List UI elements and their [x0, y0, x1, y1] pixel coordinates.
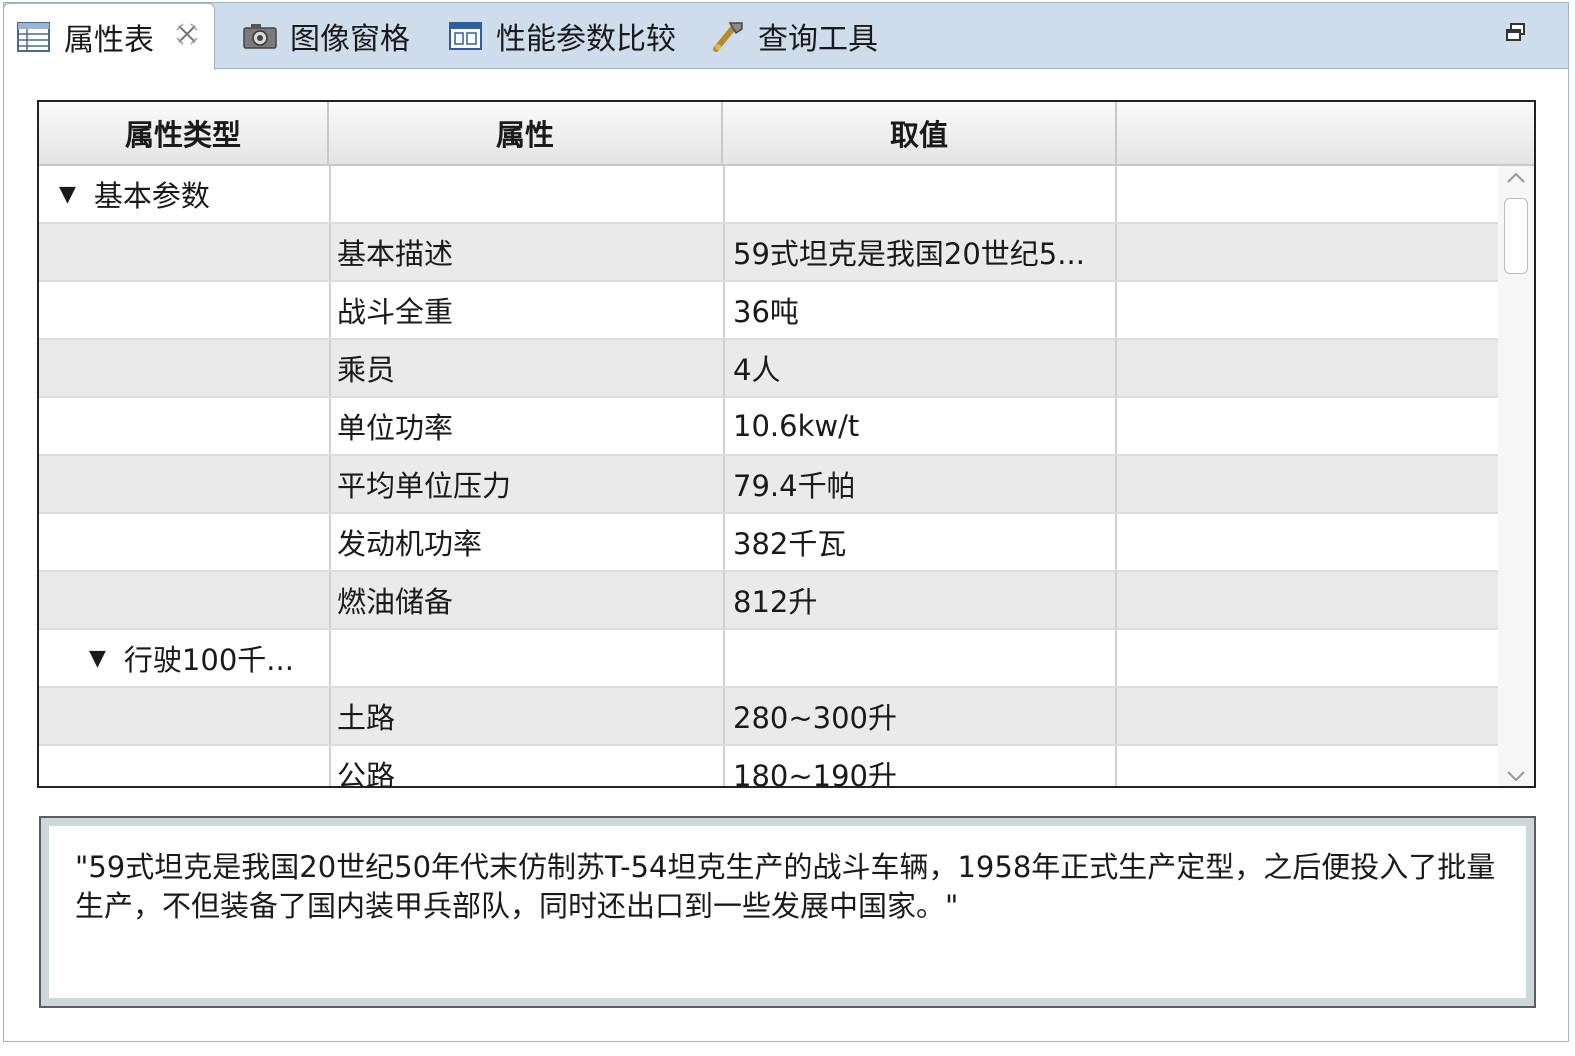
tab-property-table[interactable]: 属性表	[3, 3, 215, 70]
property-cell: 发动机功率	[329, 514, 723, 570]
type-cell	[39, 456, 329, 512]
table-row[interactable]: 乘员 4人	[39, 340, 1500, 398]
type-cell	[39, 340, 329, 396]
value-cell: 280~300升	[723, 688, 1117, 744]
value-cell: 180~190升	[723, 746, 1117, 786]
value-cell: 812升	[723, 572, 1117, 628]
table-row[interactable]: 发动机功率 382千瓦	[39, 514, 1500, 572]
value-cell: 36吨	[723, 282, 1117, 338]
property-cell: 燃油储备	[329, 572, 723, 628]
tab-query-tool[interactable]: 查询工具	[710, 3, 878, 69]
type-cell	[39, 514, 329, 570]
header-value[interactable]: 取值	[723, 102, 1117, 164]
property-cell: 单位功率	[329, 398, 723, 454]
header-property-type[interactable]: 属性类型	[39, 102, 329, 164]
group-label: 基本参数	[93, 179, 210, 213]
property-cell: 基本描述	[329, 224, 723, 280]
table-row[interactable]: 燃油储备 812升	[39, 572, 1500, 630]
type-cell	[39, 398, 329, 454]
scroll-up-icon[interactable]	[1498, 166, 1534, 190]
table-row[interactable]: 土路 280~300升	[39, 688, 1500, 746]
group-cell: ▼ 行驶100千...	[39, 630, 329, 686]
value-cell: 59式坦克是我国20世纪5...	[723, 224, 1117, 280]
tab-performance-compare[interactable]: 性能参数比较	[448, 3, 676, 69]
property-cell: 乘员	[329, 340, 723, 396]
type-cell	[39, 572, 329, 628]
property-cell: 平均单位压力	[329, 456, 723, 512]
table-row[interactable]: ▼ 基本参数	[39, 166, 1500, 224]
table-row[interactable]: 公路 180~190升	[39, 746, 1500, 786]
table-row[interactable]: 战斗全重 36吨	[39, 282, 1500, 340]
value-cell: 4人	[723, 340, 1117, 396]
camera-icon	[242, 19, 278, 53]
type-cell	[39, 688, 329, 744]
property-cell	[329, 630, 723, 686]
tab-label: 图像窗格	[290, 22, 410, 57]
type-cell	[39, 224, 329, 280]
window-icon	[448, 19, 484, 53]
property-cell: 公路	[329, 746, 723, 786]
tab-image-pane[interactable]: 图像窗格	[242, 3, 410, 69]
header-empty	[1117, 102, 1534, 164]
type-cell	[39, 746, 329, 786]
table-icon	[16, 20, 52, 54]
table-row[interactable]: ▼ 行驶100千...	[39, 630, 1500, 688]
property-view: 属性表 图像窗格 性能参数比较 查询工具 属性类型 属性 取值 ▼ 基本参数 基…	[3, 2, 1569, 1042]
description-panel: "59式坦克是我国20世纪50年代末仿制苏T-54坦克生产的战斗车辆，1958年…	[39, 816, 1536, 1008]
group-cell: ▼ 基本参数	[39, 166, 329, 222]
table-row[interactable]: 单位功率 10.6kw/t	[39, 398, 1500, 456]
table-header: 属性类型 属性 取值	[39, 102, 1534, 166]
expand-triangle-icon[interactable]: ▼	[89, 646, 106, 671]
table-body: ▼ 基本参数 基本描述 59式坦克是我国20世纪5... 战斗全重 36吨 乘员…	[39, 166, 1500, 786]
value-cell: 382千瓦	[723, 514, 1117, 570]
description-text[interactable]: "59式坦克是我国20世纪50年代末仿制苏T-54坦克生产的战斗车辆，1958年…	[49, 826, 1526, 998]
tab-label: 性能参数比较	[496, 22, 676, 57]
header-property[interactable]: 属性	[329, 102, 723, 164]
expand-triangle-icon[interactable]: ▼	[59, 182, 76, 207]
restore-icon[interactable]	[1504, 21, 1528, 45]
table-row[interactable]: 基本描述 59式坦克是我国20世纪5...	[39, 224, 1500, 282]
vertical-scrollbar[interactable]	[1498, 166, 1534, 786]
value-cell: 79.4千帕	[723, 456, 1117, 512]
close-icon[interactable]	[174, 21, 200, 54]
value-cell	[723, 630, 1117, 686]
value-cell	[723, 166, 1117, 222]
tab-label: 属性表	[64, 23, 154, 58]
scroll-thumb[interactable]	[1504, 198, 1528, 274]
tab-bar: 属性表 图像窗格 性能参数比较 查询工具	[3, 3, 1568, 70]
property-cell: 土路	[329, 688, 723, 744]
property-cell: 战斗全重	[329, 282, 723, 338]
group-label: 行驶100千...	[123, 643, 294, 677]
property-cell	[329, 166, 723, 222]
table-row[interactable]: 平均单位压力 79.4千帕	[39, 456, 1500, 514]
tab-label: 查询工具	[758, 22, 878, 57]
tool-icon	[710, 19, 746, 53]
value-cell: 10.6kw/t	[723, 398, 1117, 454]
scroll-down-icon[interactable]	[1498, 764, 1534, 786]
property-table: 属性类型 属性 取值 ▼ 基本参数 基本描述 59式坦克是我国20世纪5...	[37, 100, 1536, 788]
type-cell	[39, 282, 329, 338]
